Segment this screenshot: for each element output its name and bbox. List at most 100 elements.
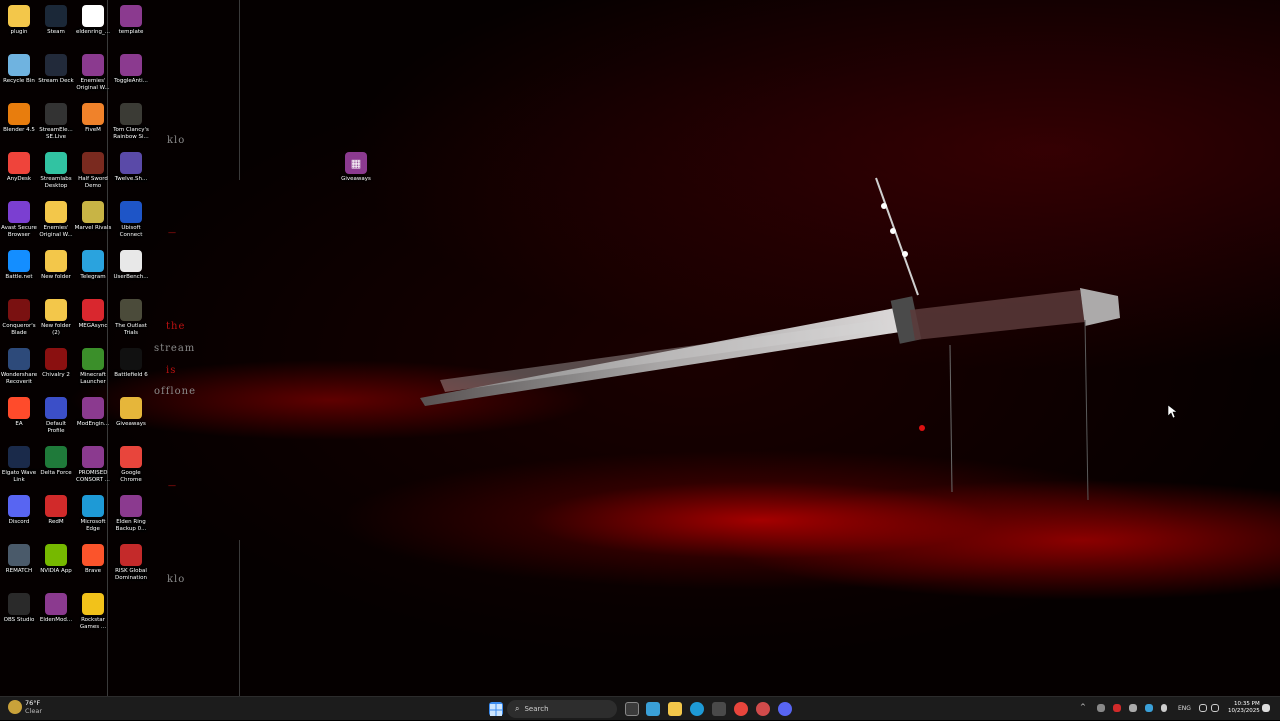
desktop-icon[interactable]: ToggleAnti... bbox=[112, 54, 150, 85]
desktop-icon-label: Telegram bbox=[80, 274, 106, 280]
weather-icon[interactable] bbox=[8, 700, 22, 714]
folder-icon bbox=[45, 250, 67, 272]
desktop-icon[interactable]: Battlefield 6 bbox=[112, 348, 150, 379]
recoverit-icon bbox=[8, 348, 30, 370]
desktop-icon[interactable]: Delta Force bbox=[37, 446, 75, 477]
desktop-icon-label: EldenMod... bbox=[39, 617, 73, 623]
desktop-icon[interactable]: Battle.net bbox=[0, 250, 38, 281]
desktop-icon[interactable]: Recycle Bin bbox=[0, 54, 38, 85]
weather-widget[interactable]: 76°F Clear bbox=[25, 699, 42, 715]
desktop-icon[interactable]: Tom Clancy's Rainbow Si... bbox=[112, 103, 150, 141]
calculator-icon[interactable] bbox=[712, 702, 726, 716]
overlay-the: the bbox=[166, 321, 186, 332]
divider-top bbox=[239, 0, 240, 180]
desktop-icon[interactable]: EldenMod... bbox=[37, 593, 75, 624]
desktop-icon[interactable]: Brave bbox=[74, 544, 112, 575]
desktop-icon[interactable]: Chivalry 2 bbox=[37, 348, 75, 379]
desktop-icon-label: New folder (2) bbox=[41, 323, 71, 336]
winrar-icon bbox=[82, 54, 104, 76]
desktop-icon[interactable]: Rockstar Games ... bbox=[74, 593, 112, 631]
microphone-icon[interactable] bbox=[1161, 704, 1167, 712]
desktop-icon[interactable]: RedM bbox=[37, 495, 75, 526]
desktop-icon[interactable]: Conqueror's Blade bbox=[0, 299, 38, 337]
desktop-icon[interactable]: template bbox=[112, 5, 150, 36]
desktop-icon-label: MEGAsync bbox=[78, 323, 108, 329]
desktop-icon[interactable]: AnyDesk bbox=[0, 152, 38, 183]
desktop-icon[interactable]: Steam bbox=[37, 5, 75, 36]
network-icon[interactable] bbox=[1199, 704, 1207, 712]
minecraft-icon bbox=[82, 348, 104, 370]
desktop-icon[interactable]: Avast Secure Browser bbox=[0, 201, 38, 239]
desktop-icon[interactable]: PROMISED CONSORT ... bbox=[74, 446, 112, 484]
desktop-icon[interactable]: FiveM bbox=[74, 103, 112, 134]
file-explorer-icon[interactable] bbox=[668, 702, 682, 716]
desktop-icon[interactable]: UserBench... bbox=[112, 250, 150, 281]
rockstar-icon bbox=[82, 593, 104, 615]
overlay-offline: offlone bbox=[154, 386, 196, 397]
desktop-icon[interactable]: OBS Studio bbox=[0, 593, 38, 624]
desktop-icon[interactable]: Stream Deck bbox=[37, 54, 75, 85]
desktop-icon[interactable]: Elgato Wave Link bbox=[0, 446, 38, 484]
desktop-icon[interactable]: Discord bbox=[0, 495, 38, 526]
desktop-icon[interactable]: New folder (2) bbox=[37, 299, 75, 337]
tray-icon[interactable] bbox=[1145, 704, 1153, 712]
desktop-icon[interactable]: MEGAsync bbox=[74, 299, 112, 330]
clock[interactable]: 10:35 PM 10/23/2025 bbox=[1228, 701, 1260, 715]
show-hidden-icons-chevron-icon[interactable]: ^ bbox=[1080, 703, 1086, 711]
obs-icon bbox=[8, 593, 30, 615]
brave-icon bbox=[82, 544, 104, 566]
desktop-icon[interactable]: Enemies' Original W... bbox=[37, 201, 75, 239]
app-icon[interactable] bbox=[756, 702, 770, 716]
anydesk-icon bbox=[8, 152, 30, 174]
desktop-icon[interactable]: The Outlast Trials bbox=[112, 299, 150, 337]
divider-bottom bbox=[239, 540, 240, 696]
winrar-icon bbox=[120, 495, 142, 517]
tray-icon[interactable] bbox=[1129, 704, 1137, 712]
desktop-icon[interactable]: RISK Global Domination bbox=[112, 544, 150, 582]
desktop-icon[interactable]: Minecraft Launcher bbox=[74, 348, 112, 386]
desktop-icon[interactable]: Streamlabs Desktop bbox=[37, 152, 75, 190]
rematch-icon bbox=[8, 544, 30, 566]
start-button[interactable] bbox=[489, 702, 503, 716]
volume-icon[interactable] bbox=[1211, 704, 1219, 712]
desktop-icon[interactable]: Google Chrome bbox=[112, 446, 150, 484]
desktop-icon-label: Avast Secure Browser bbox=[1, 225, 37, 238]
language-indicator[interactable]: ENG bbox=[1178, 705, 1191, 712]
desktop-icon[interactable]: plugin bbox=[0, 5, 38, 36]
desktop-icon-label: PROMISED CONSORT ... bbox=[76, 470, 110, 483]
desktop-icon[interactable]: Marvel Rivals bbox=[74, 201, 112, 232]
desktop-icon[interactable]: New folder bbox=[37, 250, 75, 281]
discord-taskbar-icon[interactable] bbox=[778, 702, 792, 716]
notifications-bell-icon[interactable] bbox=[1262, 704, 1270, 712]
desktop-icon[interactable]: Microsoft Edge bbox=[74, 495, 112, 533]
desktop-icon-label: Giveaways bbox=[341, 176, 371, 182]
desktop-icon-giveaways-floating[interactable]: ▦ Giveaways bbox=[337, 152, 375, 183]
desktop-icon[interactable]: REMATCH bbox=[0, 544, 38, 575]
desktop-icon[interactable]: Half Sword Demo bbox=[74, 152, 112, 190]
desktop-icon[interactable]: Enemies' Original W... bbox=[74, 54, 112, 92]
tray-icon[interactable] bbox=[1097, 704, 1105, 712]
desktop-icon[interactable]: Default Profile bbox=[37, 397, 75, 435]
edge-icon[interactable] bbox=[690, 702, 704, 716]
profile-icon bbox=[45, 397, 67, 419]
desktop-icon[interactable]: EA bbox=[0, 397, 38, 428]
desktop-icon[interactable]: StreamEle... SE.Live bbox=[37, 103, 75, 141]
desktop-icon[interactable]: Twelve.Sh... bbox=[112, 152, 150, 183]
task-view-icon[interactable] bbox=[625, 702, 639, 716]
desktop-icon[interactable]: Telegram bbox=[74, 250, 112, 281]
tray-icon[interactable] bbox=[1113, 704, 1121, 712]
desktop-icon[interactable]: Ubisoft Connect bbox=[112, 201, 150, 239]
desktop-icon[interactable]: Blender 4.5 bbox=[0, 103, 38, 134]
desktop-icon[interactable]: ModEngin... bbox=[74, 397, 112, 428]
taskbar-search[interactable]: ⌕ Search bbox=[507, 700, 617, 718]
desktop-icon[interactable]: Elden Ring Backup 0... bbox=[112, 495, 150, 533]
desktop-icon[interactable]: Wondershare Recoverit bbox=[0, 348, 38, 386]
desktop-icon[interactable]: Giveaways bbox=[112, 397, 150, 428]
chrome-icon[interactable] bbox=[734, 702, 748, 716]
desktop-icon-label: ToggleAnti... bbox=[114, 78, 148, 84]
desktop-icon[interactable]: eldenring_... bbox=[74, 5, 112, 36]
copilot-icon[interactable] bbox=[646, 702, 660, 716]
desktop-icon-label: Brave bbox=[84, 568, 102, 574]
desktop-icon[interactable]: NVIDIA App bbox=[37, 544, 75, 575]
edge-icon bbox=[82, 495, 104, 517]
